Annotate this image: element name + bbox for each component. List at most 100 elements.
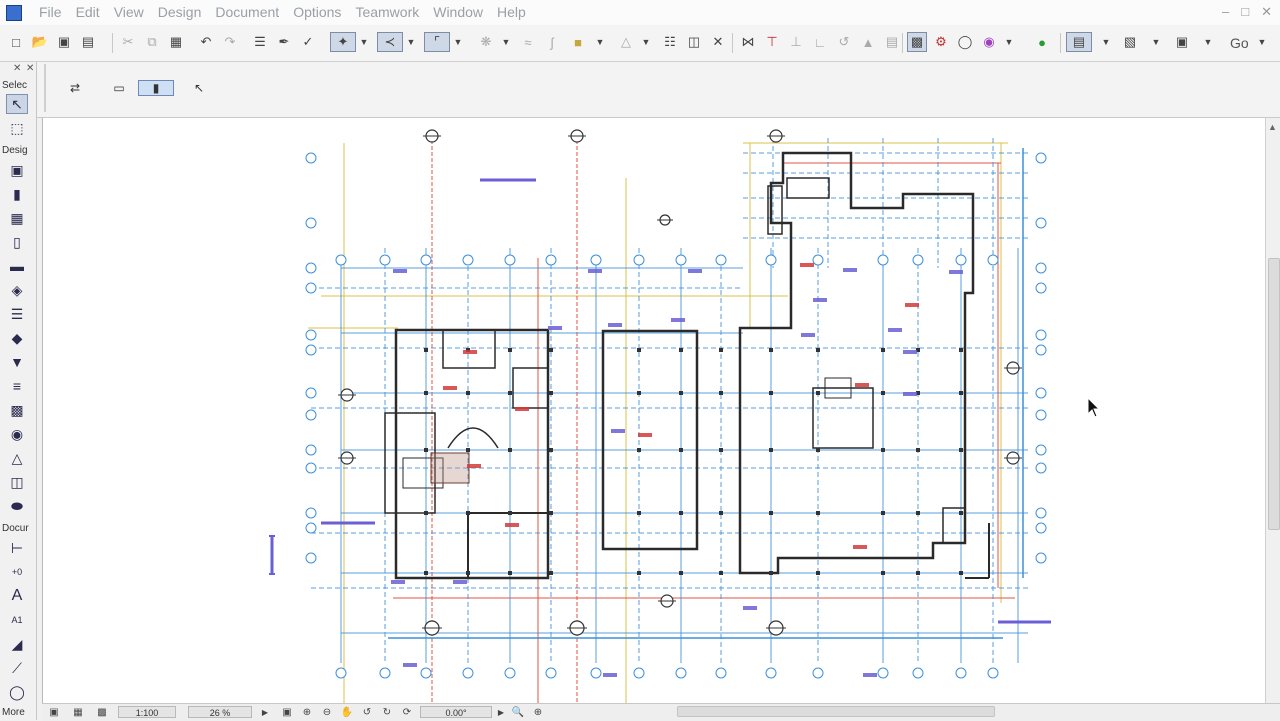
circle-tool-icon[interactable]: ◯ <box>6 682 28 702</box>
distribute-icon[interactable]: ⊤ <box>762 32 782 52</box>
chevron-down-icon[interactable]: ▼ <box>594 32 606 52</box>
paste-icon[interactable]: ▦ <box>166 32 186 52</box>
wall-tool-icon[interactable]: ▣ <box>6 160 28 180</box>
chevron-down-icon[interactable]: ▼ <box>452 32 464 52</box>
menu-help[interactable]: Help <box>490 4 533 21</box>
navigation-icon[interactable]: ⊕ <box>528 705 548 719</box>
fill-tool-icon[interactable]: ◢ <box>6 634 28 654</box>
line-tool-icon[interactable]: ⟋ <box>6 658 28 678</box>
new-icon[interactable]: □ <box>6 32 26 52</box>
menu-document[interactable]: Document <box>208 4 286 21</box>
railing-tool-icon[interactable]: ◉ <box>6 424 28 444</box>
rotated-rectangle-icon[interactable]: ▮ <box>138 80 174 96</box>
copy-icon[interactable]: ⧉ <box>142 32 162 52</box>
menu-view[interactable]: View <box>107 4 151 21</box>
pointer-icon[interactable]: ↖ <box>186 80 212 96</box>
floor-plan-drawing[interactable] <box>43 118 1266 703</box>
undo-icon[interactable]: ↶ <box>196 32 216 52</box>
align-icon[interactable]: ⋈ <box>738 32 758 52</box>
shell-tool-icon[interactable]: ◆ <box>6 328 28 348</box>
intersect-icon[interactable]: ■ <box>568 32 588 52</box>
layout-icon[interactable]: ▧ <box>1120 32 1140 52</box>
close-icon[interactable]: ✕ <box>26 63 34 74</box>
layer-combination-icon[interactable]: ▩ <box>92 705 112 719</box>
chevron-down-icon[interactable]: ▼ <box>405 32 417 52</box>
view-map-icon[interactable]: ▣ <box>44 705 64 719</box>
angle-field[interactable]: 0.00° <box>420 706 492 718</box>
inject-parameters-icon[interactable]: ✓ <box>298 32 318 52</box>
previous-zoom-icon[interactable]: ↺ <box>358 705 376 719</box>
scroll-up-icon[interactable]: ▲ <box>1268 122 1277 132</box>
open-icon[interactable]: 📂 <box>30 32 50 52</box>
chevron-down-icon[interactable]: ▼ <box>640 32 652 52</box>
chevron-down-icon[interactable]: ▼ <box>1202 32 1214 52</box>
skylight-tool-icon[interactable]: ▼ <box>6 352 28 372</box>
minimize-button[interactable]: – <box>1222 4 1229 20</box>
scale-field[interactable]: 1:100 <box>118 706 176 718</box>
explode-icon[interactable]: ◫ <box>684 32 704 52</box>
stair-tool-icon[interactable]: ▩ <box>6 400 28 420</box>
chevron-down-icon[interactable]: ▼ <box>1150 32 1162 52</box>
zoom-window-icon[interactable]: ▦ <box>68 705 88 719</box>
render-icon[interactable]: ◉ <box>979 32 999 52</box>
zoom-field[interactable]: 26 % <box>188 706 252 718</box>
zone-tool-icon[interactable]: ⬬ <box>6 496 28 516</box>
drag-icon[interactable]: ∟ <box>810 32 830 52</box>
close-icon[interactable]: ✕ <box>13 63 21 74</box>
horizontal-scroll-thumb[interactable] <box>677 706 995 717</box>
menu-teamwork[interactable]: Teamwork <box>348 4 426 21</box>
text-tool-icon[interactable]: A <box>6 586 28 606</box>
next-zoom-icon[interactable]: ↻ <box>378 705 396 719</box>
maximize-button[interactable]: □ <box>1241 4 1249 20</box>
chevron-down-icon[interactable]: ▼ <box>1256 32 1268 52</box>
teamwork-status-icon[interactable]: ● <box>1032 32 1052 52</box>
rotate-icon[interactable]: ↺ <box>834 32 854 52</box>
close-button[interactable]: ✕ <box>1261 4 1272 20</box>
menu-window[interactable]: Window <box>426 4 490 21</box>
vertical-scroll-thumb[interactable] <box>1268 258 1280 530</box>
section-icon[interactable]: ⚙ <box>931 32 951 52</box>
3d-window-icon[interactable]: ▩ <box>907 32 927 52</box>
beam-tool-icon[interactable]: ▬ <box>6 256 28 276</box>
label-tool-icon[interactable]: A1 <box>6 610 28 630</box>
split-icon[interactable]: ≈ <box>518 32 538 52</box>
menu-design[interactable]: Design <box>151 4 209 21</box>
zoom-out-icon[interactable]: ⊖ <box>318 705 336 719</box>
hotlink-icon[interactable]: ✕ <box>708 32 728 52</box>
chevron-down-icon[interactable]: ▼ <box>1003 32 1015 52</box>
gravity-icon[interactable]: ≺ <box>377 32 403 52</box>
print-icon[interactable]: ▤ <box>78 32 98 52</box>
resize-icon[interactable]: ☷ <box>660 32 680 52</box>
angle-menu-icon[interactable]: ▶ <box>494 705 508 719</box>
marquee-tool-icon[interactable]: ⬚ <box>6 118 28 138</box>
pick-up-parameters-icon[interactable]: ✒ <box>274 32 294 52</box>
curtain-wall-tool-icon[interactable]: ≡ <box>6 376 28 396</box>
column-tool-icon[interactable]: ▮ <box>6 184 28 204</box>
chevron-down-icon[interactable]: ▼ <box>358 32 370 52</box>
window-tool-icon[interactable]: ▦ <box>6 208 28 228</box>
cut-icon[interactable]: ✂ <box>118 32 138 52</box>
redo-icon[interactable]: ↷ <box>220 32 240 52</box>
dimension-tool-icon[interactable]: ⊢ <box>6 538 28 558</box>
elevation-icon[interactable]: ⊥ <box>786 32 806 52</box>
adjust-icon[interactable]: ∫ <box>542 32 562 52</box>
offset-icon[interactable]: ⌜ <box>424 32 450 52</box>
layer-icon[interactable]: ◯ <box>955 32 975 52</box>
zoom-menu-icon[interactable]: ▶ <box>258 705 272 719</box>
zoom-search-icon[interactable]: 🔍 <box>508 705 528 719</box>
save-icon[interactable]: ▣ <box>54 32 74 52</box>
arrow-tool-icon[interactable]: ↖ <box>6 94 28 114</box>
trim-icon[interactable]: ❋ <box>476 32 496 52</box>
mesh-tool-icon[interactable]: △ <box>6 448 28 468</box>
view-icon[interactable]: ▤ <box>1066 32 1092 52</box>
door-tool-icon[interactable]: ▯ <box>6 232 28 252</box>
object-tool-icon[interactable]: ◫ <box>6 472 28 492</box>
menu-edit[interactable]: Edit <box>69 4 107 21</box>
go-button[interactable]: Go <box>1230 35 1249 51</box>
rectangle-icon[interactable]: ▭ <box>106 80 132 96</box>
mirror-icon[interactable]: ▲ <box>858 32 878 52</box>
magic-wand-icon[interactable]: ✦ <box>330 32 356 52</box>
zoom-in-icon[interactable]: ⊕ <box>298 705 316 719</box>
menu-options[interactable]: Options <box>286 4 348 21</box>
archicad-app-icon[interactable] <box>6 5 22 21</box>
